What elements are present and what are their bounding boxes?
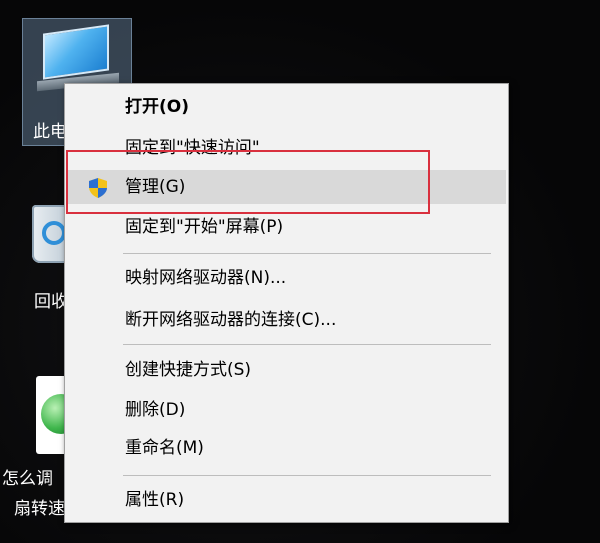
computer-icon <box>43 24 109 80</box>
menu-item-properties[interactable]: 属性(R) <box>67 483 506 517</box>
context-menu: 打开(O) 固定到"快速访问" 管理(G) 固定到"开始"屏幕(P) 映射网络驱… <box>64 83 509 523</box>
menu-separator <box>123 344 491 345</box>
menu-separator <box>123 253 491 254</box>
menu-item-map-drive[interactable]: 映射网络驱动器(N)... <box>67 261 506 295</box>
recycle-symbol <box>42 221 66 245</box>
desktop-icon-label: 回收 <box>34 292 68 312</box>
menu-separator <box>123 475 491 476</box>
menu-item-rename[interactable]: 重命名(M) <box>67 431 506 465</box>
menu-item-delete[interactable]: 删除(D) <box>67 393 506 427</box>
desktop-icon-label: 此电 <box>33 122 67 142</box>
annotation-highlight-box <box>66 150 430 214</box>
menu-item-create-shortcut[interactable]: 创建快捷方式(S) <box>67 353 506 387</box>
menu-item-pin-start[interactable]: 固定到"开始"屏幕(P) <box>67 210 506 244</box>
menu-item-open[interactable]: 打开(O) <box>67 90 506 124</box>
desktop-icon-label-line1: 怎么调 <box>2 469 53 489</box>
menu-item-disconnect-drive[interactable]: 断开网络驱动器的连接(C)... <box>67 303 506 337</box>
desktop-icon-label-line2: 扇转速 <box>14 499 65 519</box>
